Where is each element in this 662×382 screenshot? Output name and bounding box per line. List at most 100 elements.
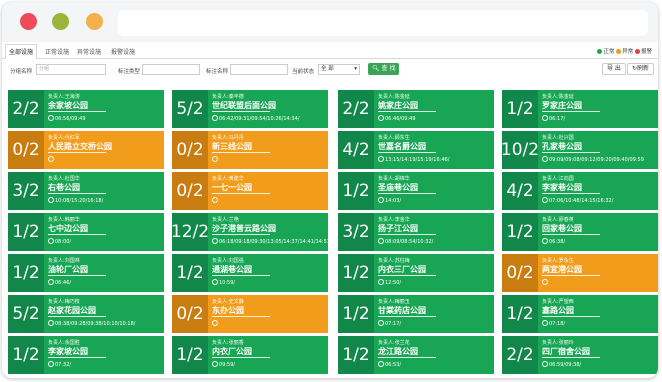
facility-card[interactable]: 0/2 负责人:冯丹丹 新三线公园 [172,131,328,169]
status-select-value: 全 部 [321,66,334,72]
inspection-ratio: 1/2 [8,254,44,292]
facility-card[interactable]: 10/2 负责人:杜兴国 孔家巷公园 09:09/09:08/09:12/09:20/… [502,131,658,169]
person-in-charge: 负责人:王海涛 [48,93,80,100]
times-text: 08:09/08:54/10:32/ [385,239,434,245]
person-in-charge: 负责人:陈金延 [378,93,410,100]
card-divider [378,193,436,194]
park-name: 世嘉名爵公园 [378,142,426,151]
inspection-ratio: 0/2 [8,131,44,169]
facility-card[interactable]: 1/2 负责人:苏柱梅 内衣三厂公园 12:50/ [338,254,494,292]
clock-icon [542,279,548,285]
status-label: 当前状态 [292,69,315,75]
inspection-ratio: 2/2 [502,336,538,374]
search-button[interactable]: 🔍︎ 查 找 [368,63,400,75]
person-in-charge: 负责人:杜兴国 [542,134,574,141]
status-select[interactable]: 全 部 ▾ [318,64,360,75]
facility-card[interactable]: 1/2 负责人:刘国林 油轮厂公园 06:46/ [8,254,164,292]
times-text: 09:59/ [219,362,236,368]
facility-card[interactable]: 4/2 负责人:顾东生 世嘉名爵公园 13:15/14:19/15:19/16:46/ [338,131,494,169]
facility-card[interactable]: 2/2 负责人:张丽玲 四厂宿舍公园 06:59/09:38/ [502,336,658,374]
facility-card[interactable]: 1/2 负责人:廖春英 回家巷公园 06:38/ [502,213,658,251]
inspection-times: 06:17/ [542,115,565,122]
person-in-charge: 负责人:冯丹丹 [212,134,244,141]
minimize-window-button[interactable] [52,13,69,30]
clock-icon [48,238,54,244]
inspection-times: 06:53/ [378,361,401,368]
abnormal-dot-icon [616,49,622,54]
person-in-charge: 负责人:韩丽华 [48,216,80,223]
times-text: 06:42/09:31/09:54/10:26/14:34/ [219,116,300,122]
facility-card[interactable]: 1/2 负责人:余国胜 李家坡公园 07:32/ [8,336,164,374]
facility-card[interactable]: 2/2 负责人:王海涛 余家坡公园 06:56/09:49 [8,90,164,128]
clock-icon [542,197,548,203]
inspection-times: 07:06/10:48/14:15/16:32/ [542,197,613,204]
facility-card[interactable]: 1/2 负责人:刘国强 通湖巷公园 10:59/ [172,254,328,292]
inspection-ratio: 1/2 [172,254,208,292]
tag-name-input[interactable] [230,64,288,75]
address-bar[interactable] [118,10,648,36]
clock-icon [378,279,384,285]
person-in-charge: 负责人:兰艳 [212,216,239,223]
card-divider [542,193,600,194]
group-name-input[interactable]: 分组 [36,64,106,75]
maximize-window-button[interactable] [86,13,103,30]
tag-type-input[interactable] [142,64,200,75]
facility-card[interactable]: 0/2 负责人:罗永生 两宜港公园 [502,254,658,292]
clock-icon [212,320,218,326]
park-name: 回家巷公园 [542,224,582,233]
facility-card[interactable]: 1/2 负责人:韩丽华 七中边公园 08:00/ [8,213,164,251]
inspection-ratio: 3/2 [338,213,374,251]
facility-card[interactable]: 3/2 负责人:李金华 扬子江公园 08:09/08:54/10:32/ [338,213,494,251]
tab-alarm-facilities[interactable]: 报警设施 [108,45,138,58]
clock-icon [542,361,548,367]
person-in-charge: 负责人:苏柱梅 [378,257,410,264]
park-name: 新三线公园 [212,142,252,151]
times-text: 06:46/09:49 [385,116,416,122]
person-in-charge: 负责人:严望西 [542,298,574,305]
facility-card[interactable]: 2/2 负责人:陈金延 姚家庄公园 06:46/09:49 [338,90,494,128]
inspection-times: 14:03/ [378,197,401,204]
card-divider [542,234,600,235]
facility-card[interactable]: 5/2 负责人:秦丰德 世纪联盟后面公园 06:42/09:31/09:54/10:2… [172,90,328,128]
times-text: 06:53/ [385,362,402,368]
inspection-ratio: 1/2 [502,295,538,333]
facility-card[interactable]: 5/2 负责人:梅巧枝 赵家花园公园 08:38/09:28/09:38/10:10/… [8,295,164,333]
refresh-button[interactable]: ↻刷新 [627,63,655,75]
refresh-button-label: 刷新 [637,65,650,72]
inspection-ratio: 0/2 [172,172,208,210]
close-window-button[interactable] [20,13,37,30]
facility-card[interactable]: 3/2 负责人:杜国华 右巷公园 10:08/15:20/16:18/ [8,172,164,210]
facility-card[interactable]: 1/2 负责人:陈金延 罗家庄公园 06:17/ [502,90,658,128]
facility-card[interactable]: 1/2 负责人:严望西 塞路公园 07:18/ [502,295,658,333]
person-in-charge: 负责人:梅丽玉 [378,298,410,305]
facility-card[interactable]: 1/2 负责人:胡锦华 圣庙巷公园 14:03/ [338,172,494,210]
tab-all-facilities[interactable]: 全部设施 [5,44,38,59]
tab-abnormal-facilities[interactable]: 异常设施 [74,45,104,58]
facility-card[interactable]: 12/2 负责人:兰艳 沙子港普云路公园 06:18/09:18/09:30/13:0… [172,213,328,251]
clock-icon [48,115,54,121]
facility-card[interactable]: 0/2 负责人:代红军 人民路立交桥公园 [8,131,164,169]
inspection-ratio: 1/2 [338,254,374,292]
facility-card[interactable]: 1/2 负责人:梅丽玉 甘棠药店公园 07:17/ [338,295,494,333]
export-button[interactable]: 导 出 [602,63,626,75]
times-text: 06:17/ [549,116,566,122]
inspection-ratio: 5/2 [8,295,44,333]
facility-card[interactable]: 1/2 负责人:张丽香 内衣厂公园 09:59/ [172,336,328,374]
park-name: 东办公园 [212,306,244,315]
inspection-times: 10:59/ [212,279,235,286]
times-text: 06:38/ [549,239,566,245]
facility-card[interactable]: 4/2 负责人:江向国 李家巷公园 07:06/10:48/14:15/16:32/ [502,172,658,210]
park-name: 姚家庄公园 [378,101,418,110]
park-name: 通湖巷公园 [212,265,252,274]
normal-dot-icon [597,49,603,54]
inspection-times: 06:46/09:49 [378,115,416,122]
card-divider [542,357,600,358]
facility-card[interactable]: 1/2 负责人:张兰花 龙江路公园 06:53/ [338,336,494,374]
facility-card[interactable]: 0/2 负责人:史文静 东办公园 [172,295,328,333]
inspection-times: 10:08/15:20/16:18/ [48,197,103,204]
facility-card[interactable]: 0/2 负责人:黄建华 一七一公园 [172,172,328,210]
times-text: 06:56/09:49 [55,116,86,122]
inspection-times [48,156,55,163]
inspection-times: 08:09/08:54/10:32/ [378,238,433,245]
tab-normal-facilities[interactable]: 正常设施 [42,45,72,58]
